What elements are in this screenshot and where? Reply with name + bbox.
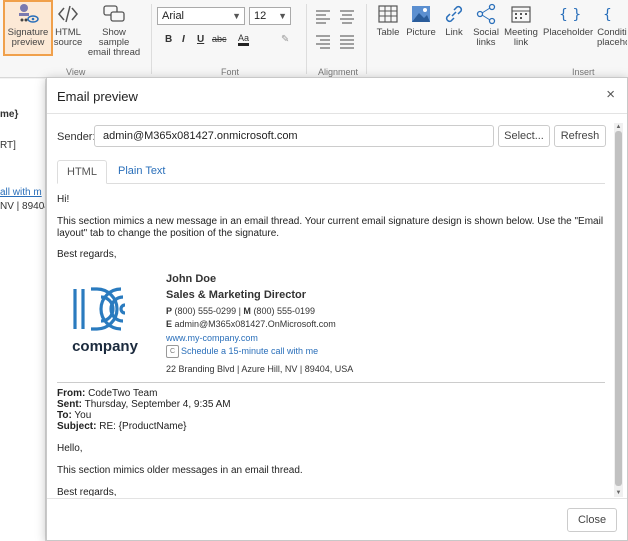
- picture-button[interactable]: Picture: [406, 2, 436, 38]
- link-button[interactable]: Link: [442, 2, 466, 38]
- html-source-button[interactable]: HTML source: [53, 2, 83, 48]
- font-size-select[interactable]: 12 ▼: [249, 7, 291, 25]
- logo-wordmark: company: [72, 338, 139, 355]
- sender-label: Sender:: [57, 131, 96, 143]
- scroll-down-icon[interactable]: ▼: [614, 489, 623, 497]
- greeting-text: Hi!: [57, 194, 70, 205]
- signature-website-link[interactable]: www.my-company.com: [166, 332, 258, 344]
- tab-html[interactable]: HTML: [57, 160, 107, 184]
- meeting-link-button[interactable]: Meeting link: [504, 2, 538, 48]
- sender-input[interactable]: [94, 125, 494, 147]
- regards-text: Best regards,: [57, 249, 117, 260]
- ribbon-divider: [306, 4, 307, 74]
- signature-editor-background: me} RT] all with m NV | 89404: [0, 79, 46, 541]
- pencil-icon[interactable]: ✎: [281, 34, 289, 45]
- intro-paragraph: This section mimics a new message in an …: [57, 216, 604, 239]
- font-color-button[interactable]: Aa: [238, 34, 250, 46]
- strikethrough-button[interactable]: abc: [212, 34, 227, 44]
- preview-tabs: HTML Plain Text: [57, 160, 605, 184]
- conditional-placeholder-button[interactable]: { Conditi placeho: [597, 2, 627, 48]
- thread-separator: [57, 382, 605, 383]
- code-icon: [58, 5, 78, 23]
- signature-role: Sales & Marketing Director: [166, 289, 306, 301]
- tab-plain-text[interactable]: Plain Text: [109, 160, 175, 184]
- bold-button[interactable]: B: [165, 34, 172, 45]
- ribbon-divider: [366, 4, 367, 74]
- signature-preview-button[interactable]: Signature preview: [3, 0, 53, 56]
- ribbon-toolbar: Signature preview HTML source Show sampl…: [0, 0, 628, 78]
- placeholder-icon: { }: [559, 7, 580, 23]
- regards-older-text: Best regards,: [57, 487, 117, 496]
- dialog-divider: [47, 113, 627, 114]
- calendar-icon: C: [166, 345, 179, 359]
- social-links-button[interactable]: Social links: [472, 2, 500, 48]
- share-icon: [476, 3, 496, 25]
- picture-icon: [412, 6, 430, 22]
- font-family-select[interactable]: Arial ▼: [157, 7, 245, 25]
- italic-button[interactable]: I: [182, 34, 185, 45]
- email-preview-dialog: Email preview × Sender: Select... Refres…: [46, 77, 628, 541]
- hello-text: Hello,: [57, 443, 83, 454]
- content-scrollbar[interactable]: ▲ ▼: [614, 123, 623, 497]
- alignment-icons[interactable]: [314, 8, 358, 54]
- placeholder-button[interactable]: { } Placeholder: [543, 2, 593, 38]
- schedule-meeting-link[interactable]: Schedule a 15-minute call with me: [181, 346, 318, 356]
- svg-text:{ }: { }: [559, 7, 580, 23]
- signature-email: E admin@M365x081427.OnMicrosoft.com: [166, 319, 336, 329]
- conditional-icon: {: [603, 7, 612, 23]
- calendar-icon: [511, 6, 531, 23]
- company-logo: company: [72, 287, 139, 355]
- link-icon: [445, 5, 463, 23]
- insert-group-label: Insert: [572, 67, 595, 77]
- older-message-text: This section mimics older messages in an…: [57, 465, 303, 476]
- signature-address: 22 Branding Blvd | Azure Hill, NV | 8940…: [166, 364, 354, 374]
- svg-text:{: {: [603, 7, 612, 23]
- chat-bubbles-icon: [103, 5, 125, 22]
- chevron-down-icon: ▼: [278, 11, 287, 21]
- view-group-label: View: [66, 67, 86, 77]
- signature-preview-icon: [19, 4, 39, 23]
- table-button[interactable]: Table: [374, 2, 402, 38]
- dialog-title: Email preview: [57, 89, 138, 104]
- signature-name: John Doe: [166, 273, 217, 285]
- schedule-meeting-row[interactable]: C Schedule a 15-minute call with me: [166, 345, 318, 359]
- chevron-down-icon: ▼: [232, 11, 241, 21]
- refresh-button[interactable]: Refresh: [554, 125, 606, 147]
- close-button[interactable]: Close: [567, 508, 617, 532]
- signature-phones: P (800) 555-0299 | M (800) 555-0199: [166, 306, 315, 316]
- alignment-group-label: Alignment: [318, 67, 359, 77]
- scroll-thumb[interactable]: [615, 131, 622, 486]
- close-icon[interactable]: ×: [606, 86, 615, 103]
- ribbon-divider: [151, 4, 152, 74]
- email-preview-content: Hi! This section mimics a new message in…: [57, 190, 607, 496]
- dialog-footer-divider: [47, 498, 627, 499]
- thread-subject: Subject: RE: {ProductName}: [57, 421, 187, 432]
- table-icon: [378, 5, 398, 23]
- show-sample-thread-button[interactable]: Show sample email thread: [87, 2, 141, 58]
- underline-button[interactable]: U: [197, 34, 204, 45]
- scroll-up-icon[interactable]: ▲: [614, 123, 623, 131]
- select-sender-button[interactable]: Select...: [498, 125, 550, 147]
- font-group-label: Font: [221, 67, 240, 77]
